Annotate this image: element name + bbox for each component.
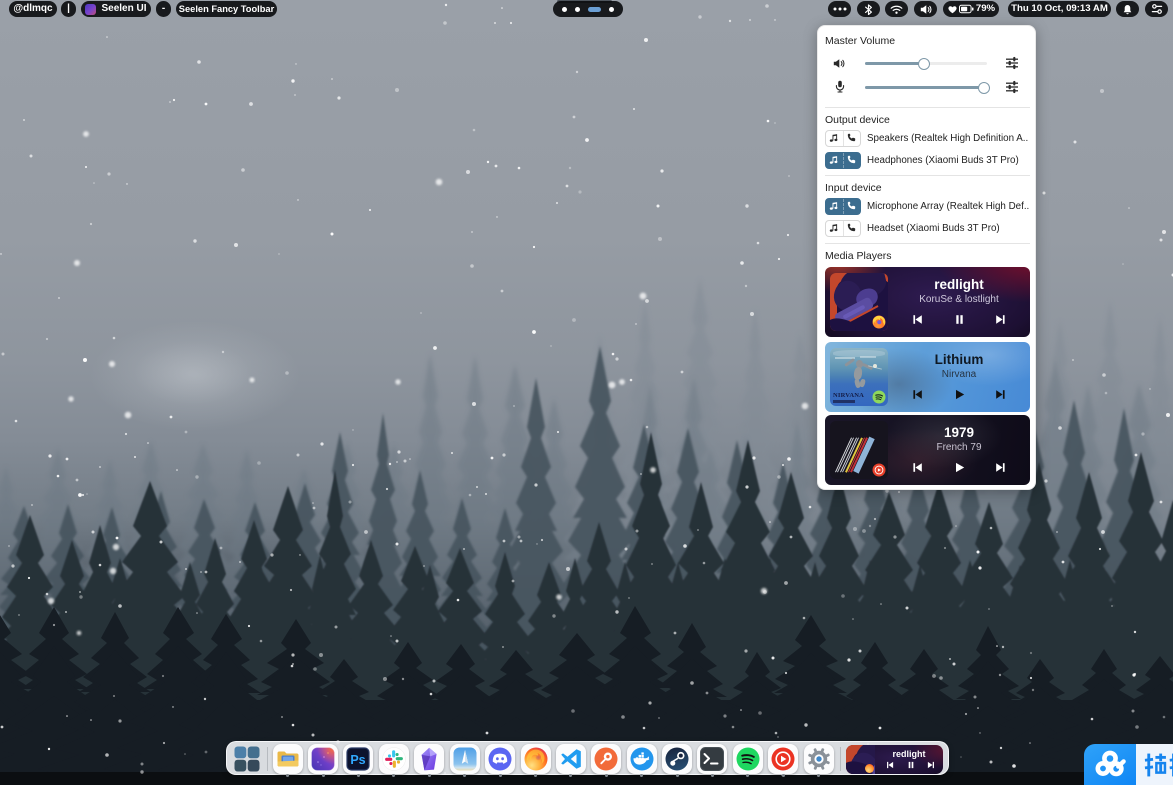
svg-text:Ps: Ps xyxy=(350,753,365,767)
